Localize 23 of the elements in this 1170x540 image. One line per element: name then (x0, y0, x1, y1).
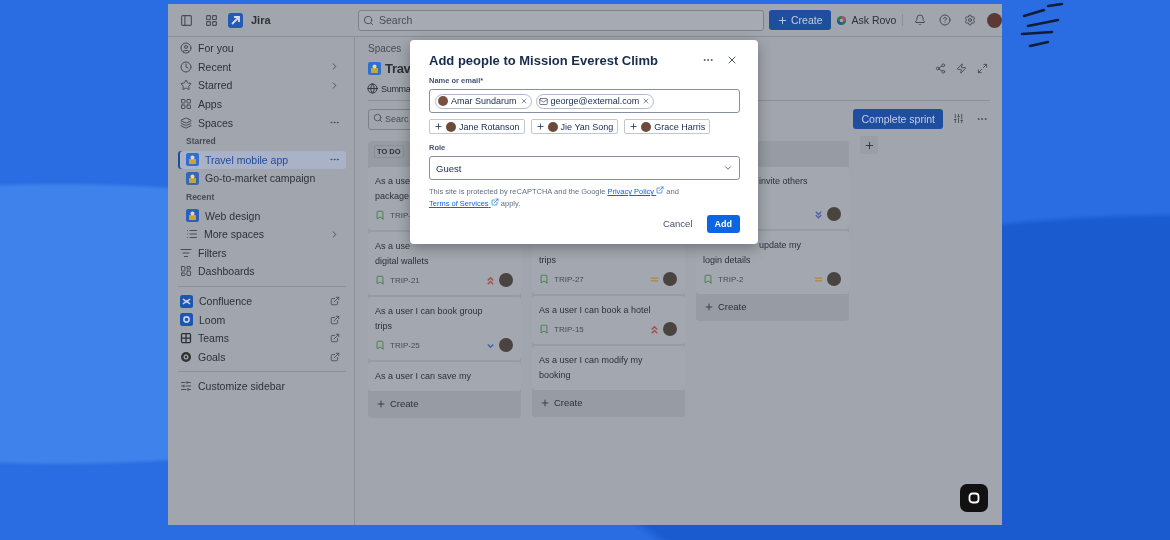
issue-key: TRIP-25 (390, 340, 420, 350)
app-name: Jira (251, 14, 271, 26)
issue-key: TRIP-15 (554, 324, 584, 334)
issue-key: TRIP- (390, 210, 411, 220)
tag-label: Amar Sundarum (451, 96, 517, 106)
card-title: As a user I can book a hotel (539, 304, 651, 317)
breadcrumb: Spaces (368, 43, 402, 54)
card-title: As a use package (375, 175, 411, 203)
card-title: As a use digital wallets (375, 240, 429, 268)
section-heading: Recent (185, 191, 216, 205)
issue-key: TRIP-27 (554, 274, 584, 284)
card-title: update my login details (703, 239, 802, 267)
issue-key: TRIP-21 (390, 275, 420, 285)
card-title: As a user I can modify my booking (539, 354, 643, 382)
card-title: trips (539, 254, 556, 267)
dialog-title: Add people to Mission Everest Climb (429, 52, 658, 68)
card-title: As a user I can book group trips (375, 305, 483, 333)
section-heading: Starred (185, 135, 217, 149)
tag-label: george@external.com (550, 96, 640, 106)
card-title: As a user I can save my (375, 370, 472, 383)
issue-key: TRIP-2 (718, 274, 744, 284)
card-title: invite others (758, 175, 808, 188)
page-title: Trav (385, 60, 411, 76)
